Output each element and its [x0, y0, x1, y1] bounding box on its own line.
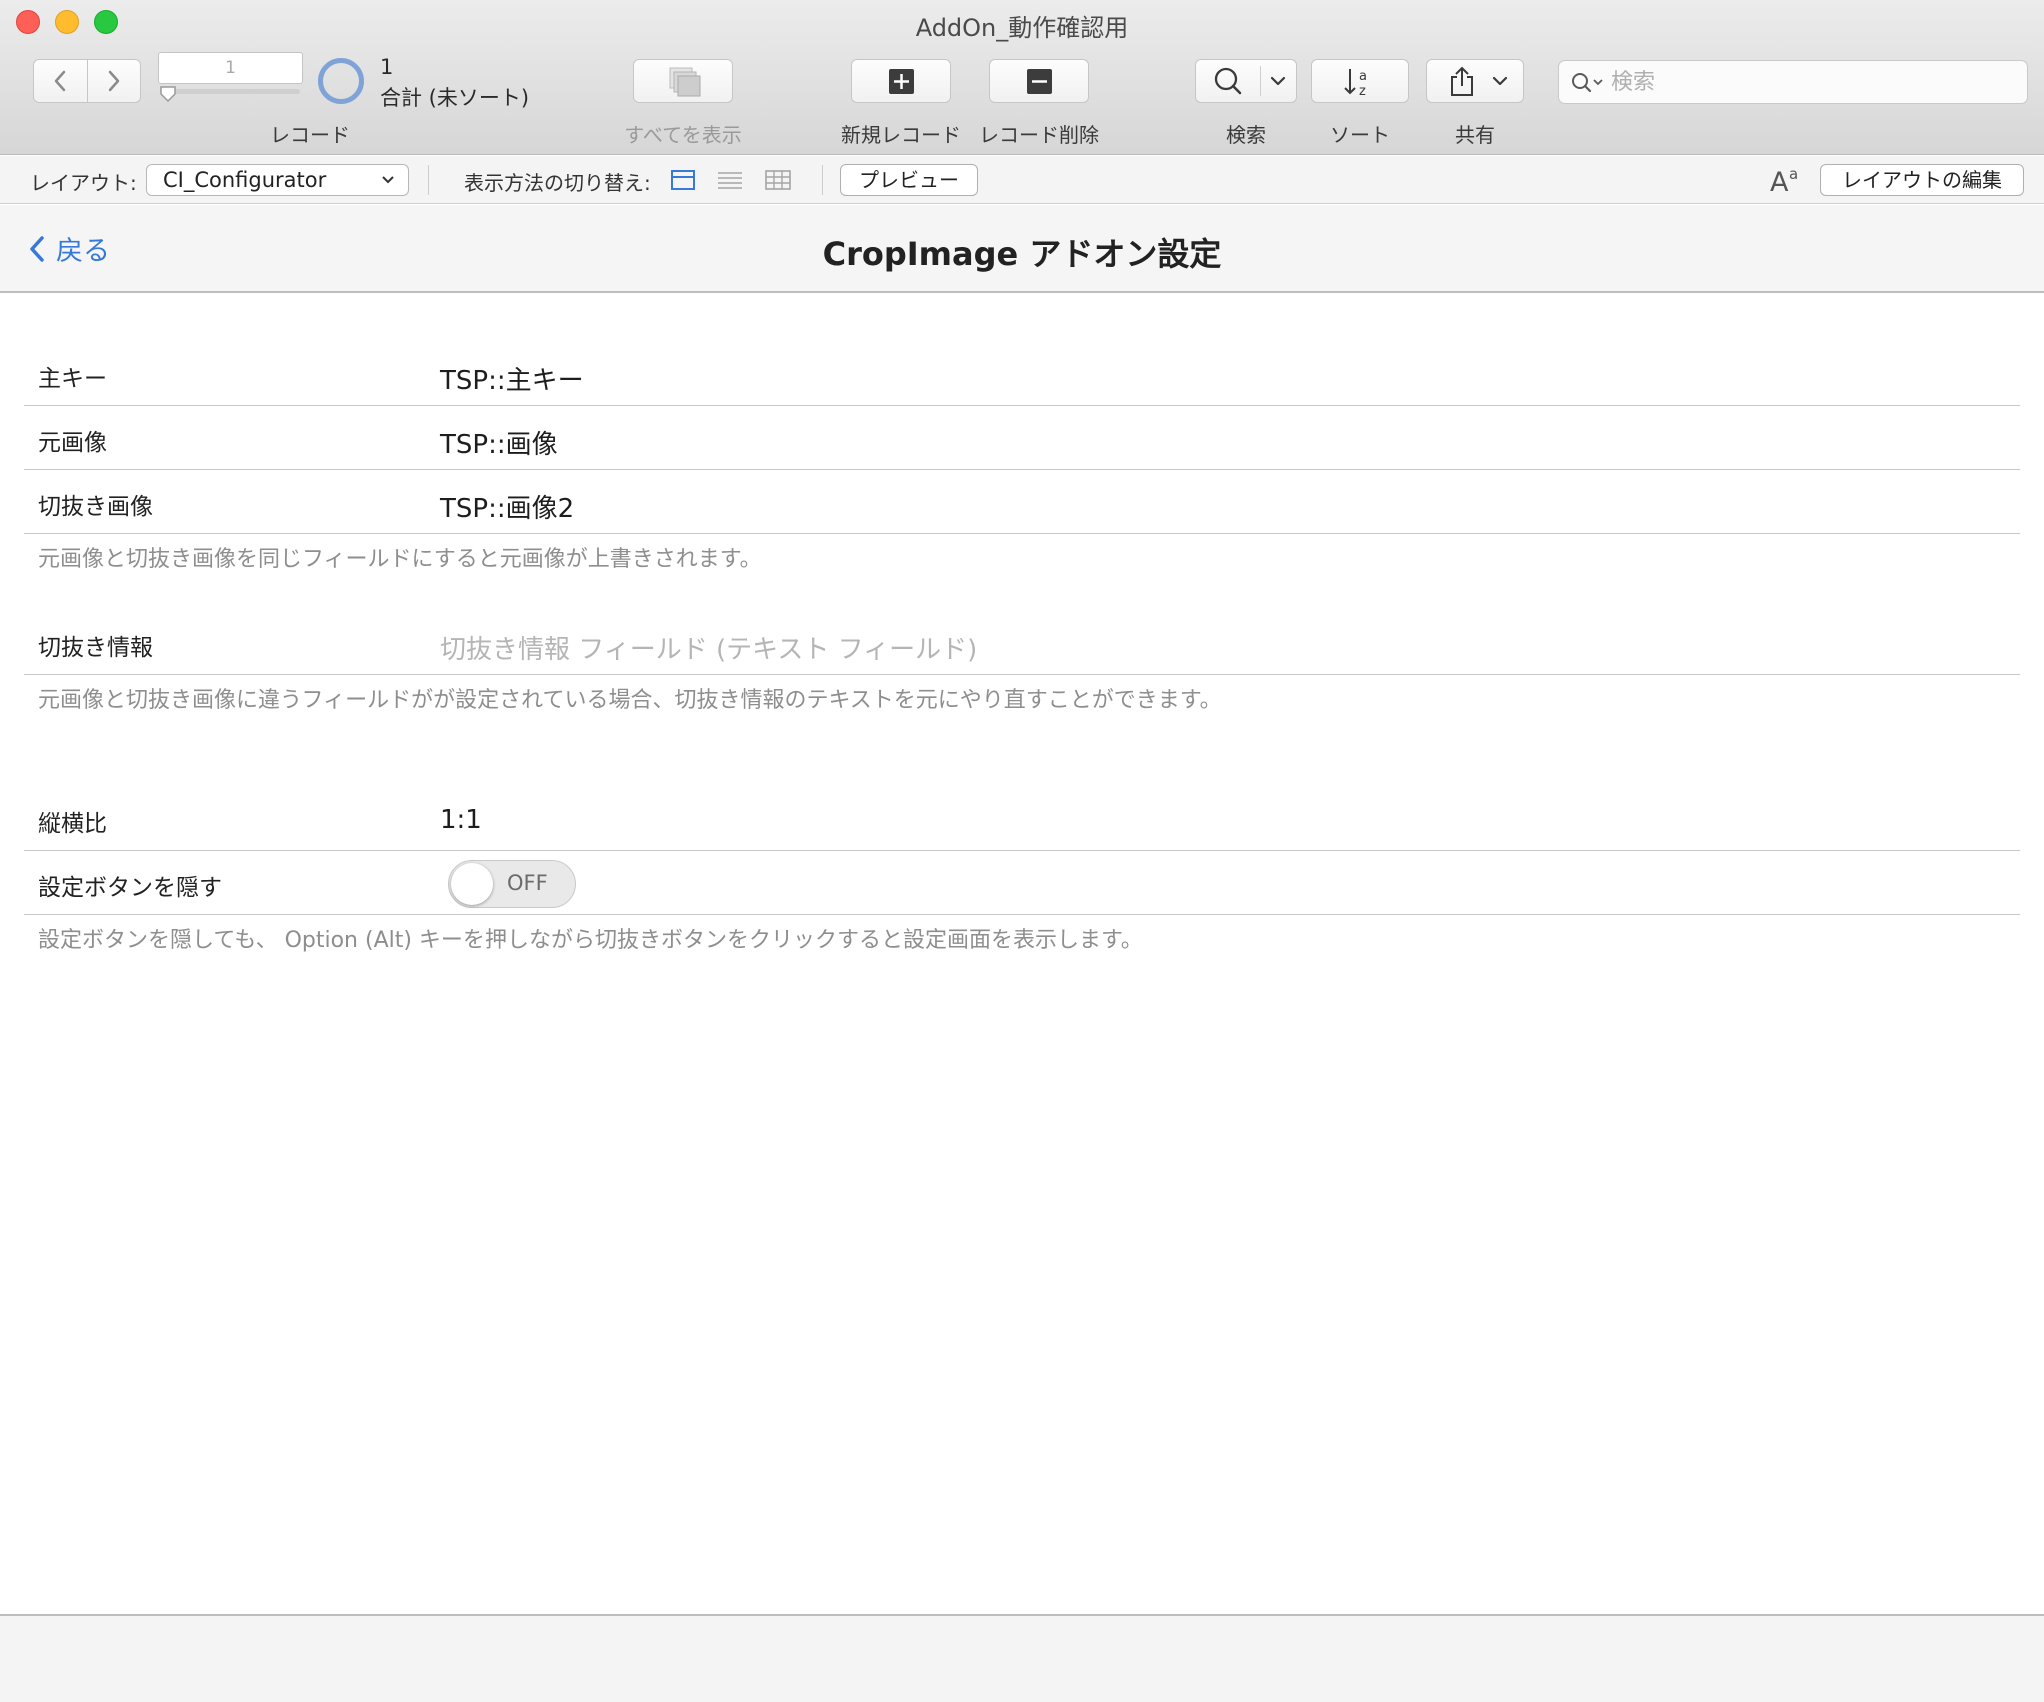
page-header: 戻る CropImage アドオン設定 [0, 205, 2044, 293]
cropped-image-row: 切抜き画像 TSP::画像2 [24, 471, 2020, 534]
edit-layout-button[interactable]: レイアウトの編集 [1820, 164, 2024, 196]
new-record-button[interactable] [851, 59, 951, 103]
crop-info-row: 切抜き情報 切抜き情報 フィールド (テキスト フィールド) [24, 612, 2020, 675]
primary-key-row: 主キー TSP::主キー [24, 343, 2020, 406]
chevron-right-icon [108, 70, 120, 92]
overwrite-note: 元画像と切抜き画像を同じフィールドにすると元画像が上書きされます。 [38, 547, 762, 572]
quick-find-search[interactable] [1558, 60, 2028, 104]
hide-settings-label: 設定ボタンを隠す [38, 875, 222, 901]
new-record-label: 新規レコード [841, 123, 961, 147]
hide-settings-note: 設定ボタンを隠しても、 Option (Alt) キーを押しながら切抜きボタンを… [38, 928, 1143, 953]
layout-select[interactable]: CI_Configurator [146, 164, 409, 196]
page-title: CropImage アドオン設定 [822, 235, 1222, 273]
minus-icon [1027, 69, 1052, 94]
source-image-field[interactable]: TSP::画像 [440, 424, 558, 461]
toolbar-divider [822, 165, 823, 195]
cropped-image-field[interactable]: TSP::画像2 [440, 488, 574, 525]
layout-select-value: CI_Configurator [163, 168, 327, 192]
search-icon [1572, 73, 1603, 93]
form-view-icon[interactable] [670, 168, 696, 192]
view-as-label: 表示方法の切り替え: [464, 171, 651, 195]
text-size-icon[interactable]: Aa [1768, 163, 1802, 197]
chevron-left-icon [55, 70, 66, 92]
aspect-ratio-label: 縦横比 [38, 811, 107, 837]
source-image-row: 元画像 TSP::画像 [24, 407, 2020, 470]
toolbar-divider [428, 165, 429, 195]
delete-record-label: レコード削除 [979, 123, 1099, 147]
search-input[interactable] [1611, 67, 2011, 97]
list-view-icon[interactable] [716, 168, 744, 192]
source-image-label: 元画像 [38, 430, 107, 456]
primary-key-field[interactable]: TSP::主キー [440, 360, 584, 397]
status-area [0, 1614, 2044, 1702]
stacked-records-icon [669, 67, 701, 97]
find-label: 検索 [1226, 123, 1266, 147]
hide-settings-toggle[interactable]: OFF [448, 860, 576, 908]
aspect-ratio-field[interactable]: 1:1 [440, 805, 482, 835]
next-record-button[interactable] [86, 60, 140, 102]
delete-record-button[interactable] [989, 59, 1089, 103]
window-title: AddOn_動作確認用 [915, 14, 1129, 42]
sort-az-icon: az [1344, 69, 1367, 99]
share-label: 共有 [1455, 123, 1495, 147]
svg-text:a: a [1359, 69, 1367, 84]
find-button[interactable] [1195, 59, 1297, 103]
table-view-icon[interactable] [764, 168, 792, 192]
show-all-label: すべてを表示 [624, 123, 742, 147]
magnifier-icon [1214, 67, 1242, 95]
layout-bar: レイアウト: CI_Configurator 表示方法の切り替え: プレビュー … [0, 156, 2044, 204]
sort-button[interactable]: az [1311, 59, 1409, 103]
show-all-button[interactable] [633, 59, 733, 103]
share-icon [1451, 66, 1508, 96]
svg-text:z: z [1359, 84, 1366, 99]
preview-button[interactable]: プレビュー [840, 164, 978, 196]
crop-info-field[interactable]: 切抜き情報 フィールド (テキスト フィールド) [440, 629, 977, 666]
record-navigation [33, 59, 141, 103]
found-sort-status: 合計 (未ソート) [380, 86, 530, 110]
previous-record-button[interactable] [34, 60, 87, 102]
svg-text:a: a [1789, 165, 1798, 183]
crop-info-note: 元画像と切抜き画像に違うフィールドがが設定されている場合、切抜き情報のテキストを… [38, 688, 1222, 713]
toggle-state: OFF [507, 871, 548, 895]
hide-settings-row: 設定ボタンを隠す OFF [24, 852, 2020, 915]
crop-info-label: 切抜き情報 [38, 635, 153, 661]
found-set-pie-chart [318, 58, 364, 104]
record-number-field[interactable]: 1 [158, 52, 303, 84]
window-toolbar: AddOn_動作確認用 1 レコード 1 合計 (未ソート) すべてを表示 新規… [0, 0, 2044, 155]
record-slider[interactable] [160, 89, 300, 94]
share-button[interactable] [1426, 59, 1524, 103]
toggle-knob [451, 863, 493, 905]
plus-icon [889, 69, 914, 94]
cropped-image-label: 切抜き画像 [38, 494, 153, 520]
sort-label: ソート [1330, 123, 1390, 147]
svg-text:A: A [1770, 167, 1789, 197]
record-label: レコード [270, 123, 350, 147]
primary-key-label: 主キー [38, 366, 107, 392]
chevron-down-icon [382, 176, 394, 184]
aspect-ratio-row: 縦横比 1:1 [24, 788, 2020, 851]
slider-knob-icon[interactable] [160, 86, 176, 102]
found-count: 1 [380, 55, 394, 79]
layout-label: レイアウト: [30, 171, 137, 195]
chevron-down-icon[interactable] [1268, 74, 1288, 88]
